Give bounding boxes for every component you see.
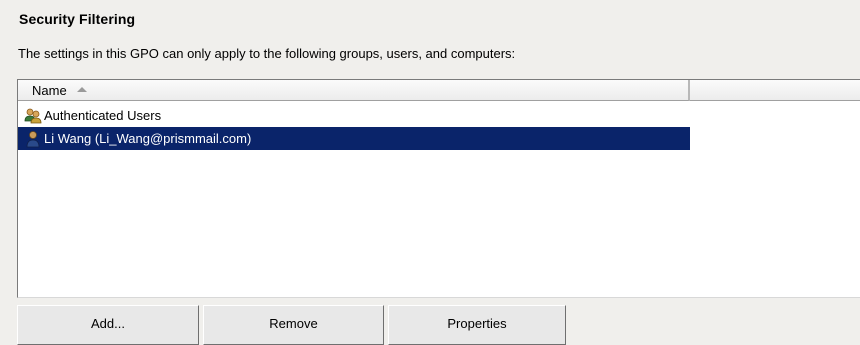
security-filtering-list[interactable]: Name Authenticated Users Li Wang (Li_Wan… xyxy=(17,79,860,298)
user-icon xyxy=(24,130,42,148)
column-header-name[interactable]: Name xyxy=(18,80,690,101)
sort-ascending-icon xyxy=(76,86,87,92)
section-title: Security Filtering xyxy=(19,11,136,27)
list-item[interactable]: Authenticated Users xyxy=(18,104,690,127)
remove-button[interactable]: Remove xyxy=(203,305,384,345)
list-item-selected[interactable]: Li Wang (Li_Wang@prismmail.com) xyxy=(18,127,690,150)
column-header-name-label: Name xyxy=(32,82,67,98)
group-users-icon xyxy=(24,107,42,125)
list-item-label: Li Wang (Li_Wang@prismmail.com) xyxy=(44,131,252,146)
list-item-label: Authenticated Users xyxy=(44,108,162,123)
list-header: Name xyxy=(18,80,860,101)
column-header-blank[interactable] xyxy=(690,80,860,101)
properties-button[interactable]: Properties xyxy=(388,305,566,345)
section-description: The settings in this GPO can only apply … xyxy=(18,46,516,61)
list-rows: Authenticated Users Li Wang (Li_Wang@pri… xyxy=(18,104,860,150)
action-buttons: Add... Remove Properties xyxy=(17,305,570,345)
add-button[interactable]: Add... xyxy=(17,305,199,345)
